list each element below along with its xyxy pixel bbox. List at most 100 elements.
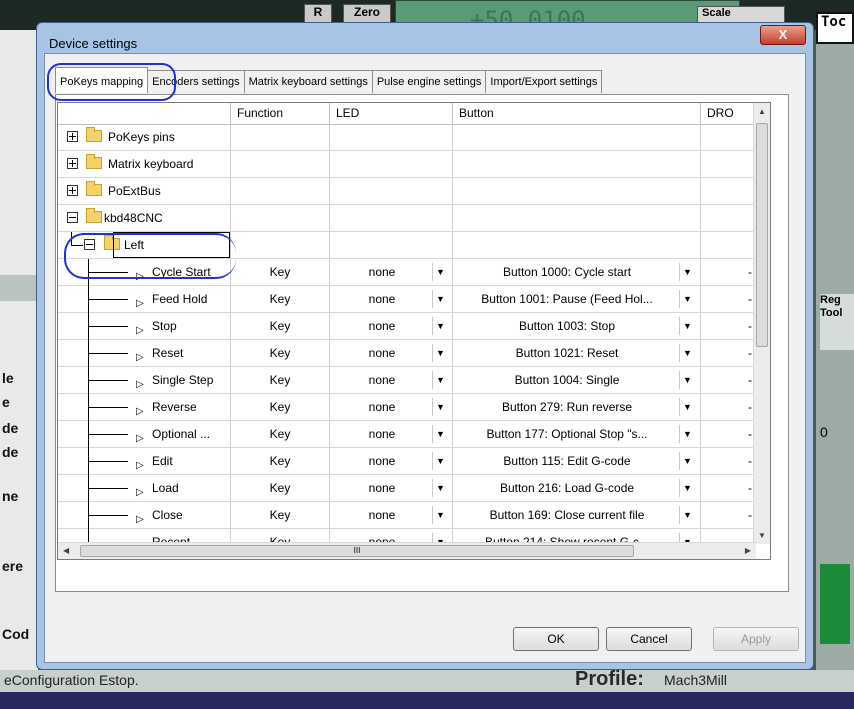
led-select[interactable]: none ▼ [332,261,450,283]
tree-row-matrix-keyboard[interactable]: Matrix keyboard [58,151,756,178]
chevron-down-icon[interactable]: ▼ [432,290,448,308]
function-cell[interactable]: Key [230,394,329,420]
table-row[interactable]: ▷ Reset Key none ▼ Button 1021: Reset ▼ - [58,340,756,367]
function-cell[interactable]: Key [230,367,329,393]
expand-icon[interactable] [67,158,78,169]
close-button[interactable]: X [760,25,806,45]
chevron-down-icon[interactable]: ▼ [679,452,695,470]
tree-connector [88,434,128,435]
tree-row-kbd48cnc[interactable]: kbd48CNC [58,205,756,232]
vertical-scroll-thumb[interactable] [756,123,768,347]
led-cell: none ▼ [329,259,452,285]
tab-import-export-settings[interactable]: Import/Export settings [485,70,603,93]
button-select[interactable]: Button 115: Edit G-code ▼ [455,450,698,472]
scroll-down-icon[interactable]: ▼ [758,531,766,540]
button-cell [452,151,700,177]
scroll-up-icon[interactable]: ▲ [758,107,766,116]
chevron-down-icon[interactable]: ▼ [679,344,695,362]
col-function[interactable]: Function [230,103,329,124]
chevron-down-icon[interactable]: ▼ [679,263,695,281]
led-cell: none ▼ [329,394,452,420]
button-select[interactable]: Button 169: Close current file ▼ [455,504,698,526]
chevron-down-icon[interactable]: ▼ [432,344,448,362]
chevron-down-icon[interactable]: ▼ [432,371,448,389]
function-cell[interactable]: Key [230,475,329,501]
dro-cell [700,124,756,150]
ok-button[interactable]: OK [513,627,599,651]
function-cell[interactable]: Key [230,448,329,474]
vertical-scrollbar[interactable]: ▲ ▼ [753,103,770,544]
led-select[interactable]: none ▼ [332,450,450,472]
tab-pulse-engine-settings[interactable]: Pulse engine settings [371,70,487,93]
tab-matrix-keyboard-settings[interactable]: Matrix keyboard settings [243,70,373,93]
table-row[interactable]: ▷ Optional ... Key none ▼ Button 177: Optiona… [58,421,756,448]
chevron-down-icon[interactable]: ▼ [679,506,695,524]
button-select[interactable]: Button 1001: Pause (Feed Hol... ▼ [455,288,698,310]
tree-name-cell: kbd48CNC [58,205,230,231]
button-select[interactable]: Button 279: Run reverse ▼ [455,396,698,418]
chevron-down-icon[interactable]: ▼ [432,398,448,416]
cancel-button[interactable]: Cancel [606,627,692,651]
function-cell[interactable]: Key [230,313,329,339]
horizontal-scroll-thumb[interactable]: III [80,545,634,557]
chevron-down-icon[interactable]: ▼ [432,317,448,335]
button-select[interactable]: Button 1004: Single ▼ [455,369,698,391]
table-row[interactable]: ▷ Load Key none ▼ Button 216: Load G-code ▼ - [58,475,756,502]
button-value: Button 216: Load G-code [499,481,635,495]
tree-row-poextbus[interactable]: PoExtBus [58,178,756,205]
col-led[interactable]: LED [329,103,452,124]
led-select[interactable]: none ▼ [332,477,450,499]
table-row[interactable]: ▷ Edit Key none ▼ Button 115: Edit G-code ▼ - [58,448,756,475]
chevron-down-icon[interactable]: ▼ [679,371,695,389]
chevron-down-icon[interactable]: ▼ [432,506,448,524]
chevron-down-icon[interactable]: ▼ [432,263,448,281]
table-row[interactable]: ▷ Single Step Key none ▼ Button 1004: Single ▼… [58,367,756,394]
table-row[interactable]: ▷ Feed Hold Key none ▼ Button 1001: Pause (Fe… [58,286,756,313]
chevron-down-icon[interactable]: ▼ [432,425,448,443]
chevron-down-icon[interactable]: ▼ [679,317,695,335]
expand-icon[interactable] [67,131,78,142]
button-select[interactable]: Button 1003: Stop ▼ [455,315,698,337]
horizontal-scrollbar[interactable]: ◀ III ▶ [58,542,756,559]
button-select[interactable]: Button 216: Load G-code ▼ [455,477,698,499]
function-cell[interactable]: Key [230,421,329,447]
chevron-down-icon[interactable]: ▼ [679,425,695,443]
tree-label: PoKeys pins [108,130,175,144]
led-value: none [368,292,396,306]
scroll-left-icon[interactable]: ◀ [63,546,69,555]
scroll-right-icon[interactable]: ▶ [745,546,751,555]
function-cell[interactable]: Key [230,286,329,312]
button-select[interactable]: Button 1000: Cycle start ▼ [455,261,698,283]
apply-button[interactable]: Apply [713,627,799,651]
table-row[interactable]: ▷ Stop Key none ▼ Button 1003: Stop ▼ - [58,313,756,340]
left-label-7: Cod [2,626,30,642]
led-select[interactable]: none ▼ [332,288,450,310]
button-select[interactable]: Button 177: Optional Stop "s... ▼ [455,423,698,445]
expand-icon[interactable] [67,185,78,196]
led-select[interactable]: none ▼ [332,504,450,526]
table-row[interactable]: ▷ Reverse Key none ▼ Button 279: Run reverse ▼… [58,394,756,421]
chevron-down-icon[interactable]: ▼ [679,290,695,308]
led-cell [329,178,452,204]
chevron-down-icon[interactable]: ▼ [432,479,448,497]
item-triangle-icon: ▷ [136,487,144,498]
tree-row-pokeys-pins[interactable]: PoKeys pins [58,124,756,151]
function-cell[interactable]: Key [230,340,329,366]
col-dro[interactable]: DRO [700,103,756,124]
led-select[interactable]: none ▼ [332,396,450,418]
col-button[interactable]: Button [452,103,700,124]
led-value: none [368,346,396,360]
led-select[interactable]: none ▼ [332,342,450,364]
function-cell[interactable]: Key [230,502,329,528]
led-select[interactable]: none ▼ [332,369,450,391]
chevron-down-icon[interactable]: ▼ [679,479,695,497]
led-select[interactable]: none ▼ [332,315,450,337]
dialog-title: Device settings [49,36,138,51]
collapse-icon[interactable] [67,212,78,223]
table-row[interactable]: ▷ Close Key none ▼ Button 169: Close current … [58,502,756,529]
led-select[interactable]: none ▼ [332,423,450,445]
function-cell[interactable]: Key [230,259,329,285]
button-select[interactable]: Button 1021: Reset ▼ [455,342,698,364]
chevron-down-icon[interactable]: ▼ [432,452,448,470]
chevron-down-icon[interactable]: ▼ [679,398,695,416]
